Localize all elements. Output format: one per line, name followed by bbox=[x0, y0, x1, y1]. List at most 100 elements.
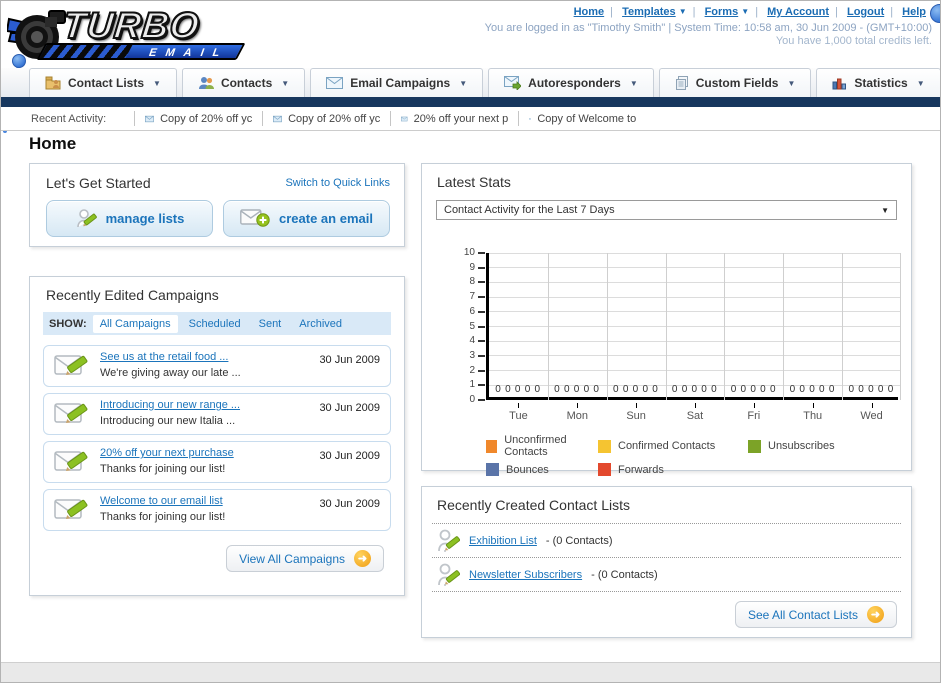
header-link-help[interactable]: Help bbox=[902, 6, 926, 18]
tab-autoresponders[interactable]: Autoresponders ▼ bbox=[488, 68, 654, 97]
value-label: 0 bbox=[573, 384, 580, 395]
header-link-logout[interactable]: Logout bbox=[847, 6, 884, 18]
campaign-title-link[interactable]: 20% off your next purchase bbox=[100, 447, 309, 459]
header-link-my-account[interactable]: My Account bbox=[767, 6, 829, 18]
page-title: Home bbox=[29, 134, 77, 153]
recent-activity-item[interactable]: 20% off your next p bbox=[390, 111, 518, 126]
switch-quick-links-link[interactable]: Switch to Quick Links bbox=[285, 177, 390, 189]
campaign-date: 30 Jun 2009 bbox=[319, 402, 380, 414]
callout-corner-dot bbox=[930, 4, 940, 23]
envelope-icon bbox=[273, 115, 283, 122]
filter-scheduled[interactable]: Scheduled bbox=[182, 315, 248, 333]
recent-activity-item[interactable]: Copy of 20% off yc bbox=[262, 111, 390, 126]
pages-icon bbox=[675, 76, 688, 90]
recent-activity-item[interactable]: Copy of Welcome to bbox=[518, 111, 646, 126]
y-tick-label: 0 bbox=[469, 394, 475, 405]
value-label: 0 bbox=[495, 384, 501, 395]
y-tick bbox=[478, 354, 485, 357]
grid-line bbox=[606, 253, 608, 400]
y-tick bbox=[478, 252, 485, 254]
y-tick bbox=[478, 296, 485, 299]
logo-text-email: EMAIL bbox=[146, 47, 231, 59]
campaign-subtitle: Introducing our new Italia ... bbox=[100, 415, 236, 427]
navy-divider-bar bbox=[1, 97, 940, 107]
logo-text-turbo: TURBO bbox=[60, 4, 203, 47]
value-label: 0 bbox=[671, 384, 678, 395]
campaign-date: 30 Jun 2009 bbox=[319, 354, 380, 366]
legend-item: Unconfirmed Contacts bbox=[486, 434, 598, 458]
campaign-title-link[interactable]: Introducing our new range ... bbox=[100, 399, 309, 411]
latest-stats-title: Latest Stats bbox=[437, 174, 511, 190]
y-tick-label: 1 bbox=[469, 379, 475, 391]
y-tick-label: 2 bbox=[469, 364, 475, 376]
campaign-row[interactable]: Welcome to our email list Thanks for joi… bbox=[43, 489, 391, 531]
x-tick bbox=[695, 403, 696, 408]
chevron-down-icon: ▼ bbox=[281, 78, 290, 88]
chevron-down-icon: ▼ bbox=[459, 78, 468, 88]
grid-line bbox=[489, 311, 901, 313]
grid-line bbox=[489, 370, 901, 372]
value-label: 0 bbox=[769, 384, 776, 395]
envelope-icon bbox=[326, 77, 344, 89]
campaign-row[interactable]: Introducing our new range ... Introducin… bbox=[43, 393, 391, 435]
value-label: 0 bbox=[868, 384, 874, 395]
legend-item: Unsubscribes bbox=[748, 434, 911, 458]
get-started-panel: Let's Get Started Switch to Quick Links … bbox=[29, 163, 405, 247]
grid-line bbox=[489, 267, 901, 269]
campaign-title-link[interactable]: See us at the retail food ... bbox=[100, 351, 309, 363]
legend-swatch bbox=[486, 463, 499, 476]
view-all-campaigns-button[interactable]: View All Campaigns ➜ bbox=[226, 545, 384, 572]
filter-sent[interactable]: Sent bbox=[252, 315, 289, 333]
arrow-right-icon: ➜ bbox=[867, 606, 884, 623]
recent-activity-bar: Recent Activity: Copy of 20% off yc Copy… bbox=[1, 107, 940, 131]
recent-activity-item[interactable]: Copy of 20% off yc bbox=[134, 111, 262, 126]
latest-stats-panel: Latest Stats Contact Activity for the La… bbox=[421, 163, 912, 476]
y-tick bbox=[478, 310, 485, 313]
y-tick bbox=[478, 266, 485, 269]
envelope-pencil-icon bbox=[54, 403, 88, 423]
contact-list-row[interactable]: Exhibition List - (0 Contacts) bbox=[422, 524, 911, 557]
manage-lists-button[interactable]: manage lists bbox=[46, 200, 213, 237]
campaign-title-link[interactable]: Welcome to our email list bbox=[100, 495, 309, 507]
tab-statistics[interactable]: Statistics ▼ bbox=[816, 68, 940, 97]
contact-list-link[interactable]: Exhibition List bbox=[469, 535, 537, 547]
person-pencil-icon bbox=[438, 563, 460, 586]
logo-email-bar: EMAIL bbox=[36, 43, 246, 60]
header-link-templates[interactable]: Templates bbox=[622, 6, 676, 18]
recent-campaigns-title: Recently Edited Campaigns bbox=[46, 287, 219, 303]
x-tick bbox=[812, 403, 814, 408]
arrow-right-icon: ➜ bbox=[354, 550, 371, 567]
see-all-contact-lists-button[interactable]: See All Contact Lists ➜ bbox=[734, 601, 897, 628]
filter-all-campaigns[interactable]: All Campaigns bbox=[92, 314, 178, 333]
value-label: 0 bbox=[730, 384, 737, 395]
y-tick bbox=[478, 325, 485, 328]
filter-archived[interactable]: Archived bbox=[292, 315, 349, 333]
tab-contacts[interactable]: Contacts ▼ bbox=[181, 68, 306, 97]
tab-email-campaigns[interactable]: Email Campaigns ▼ bbox=[310, 68, 484, 97]
stats-report-select[interactable]: Contact Activity for the Last 7 Days ▼ bbox=[436, 200, 897, 220]
x-tick-label: Thu bbox=[803, 410, 823, 422]
legend-swatch bbox=[486, 439, 498, 453]
contact-list-row[interactable]: Newsletter Subscribers - (0 Contacts) bbox=[422, 558, 911, 591]
legend-item: Bounces bbox=[486, 463, 598, 476]
x-tick-label: Tue bbox=[509, 410, 528, 422]
header-link-forms[interactable]: Forms bbox=[705, 6, 739, 18]
campaign-row[interactable]: See us at the retail food ... We're givi… bbox=[43, 345, 391, 387]
campaign-row[interactable]: 20% off your next purchase Thanks for jo… bbox=[43, 441, 391, 483]
y-tick-label: 5 bbox=[469, 320, 475, 332]
tab-custom-fields[interactable]: Custom Fields ▼ bbox=[658, 68, 812, 97]
y-tick-label: 10 bbox=[463, 247, 475, 258]
chevron-down-icon[interactable]: ▼ bbox=[741, 7, 749, 16]
tab-contact-lists[interactable]: Contact Lists ▼ bbox=[29, 68, 177, 97]
create-email-button[interactable]: create an email bbox=[223, 200, 390, 237]
header-link-home[interactable]: Home bbox=[574, 6, 605, 18]
y-tick-label: 3 bbox=[469, 349, 475, 361]
campaign-subtitle: We're giving away our late ... bbox=[100, 367, 241, 379]
y-tick-label: 9 bbox=[469, 261, 475, 273]
callout-pin-dot bbox=[12, 54, 26, 68]
value-label: 0 bbox=[583, 384, 590, 395]
value-label: 0 bbox=[613, 384, 619, 395]
contact-list-link[interactable]: Newsletter Subscribers bbox=[469, 569, 582, 581]
chevron-down-icon[interactable]: ▼ bbox=[679, 7, 687, 16]
value-label: 0 bbox=[652, 384, 658, 395]
